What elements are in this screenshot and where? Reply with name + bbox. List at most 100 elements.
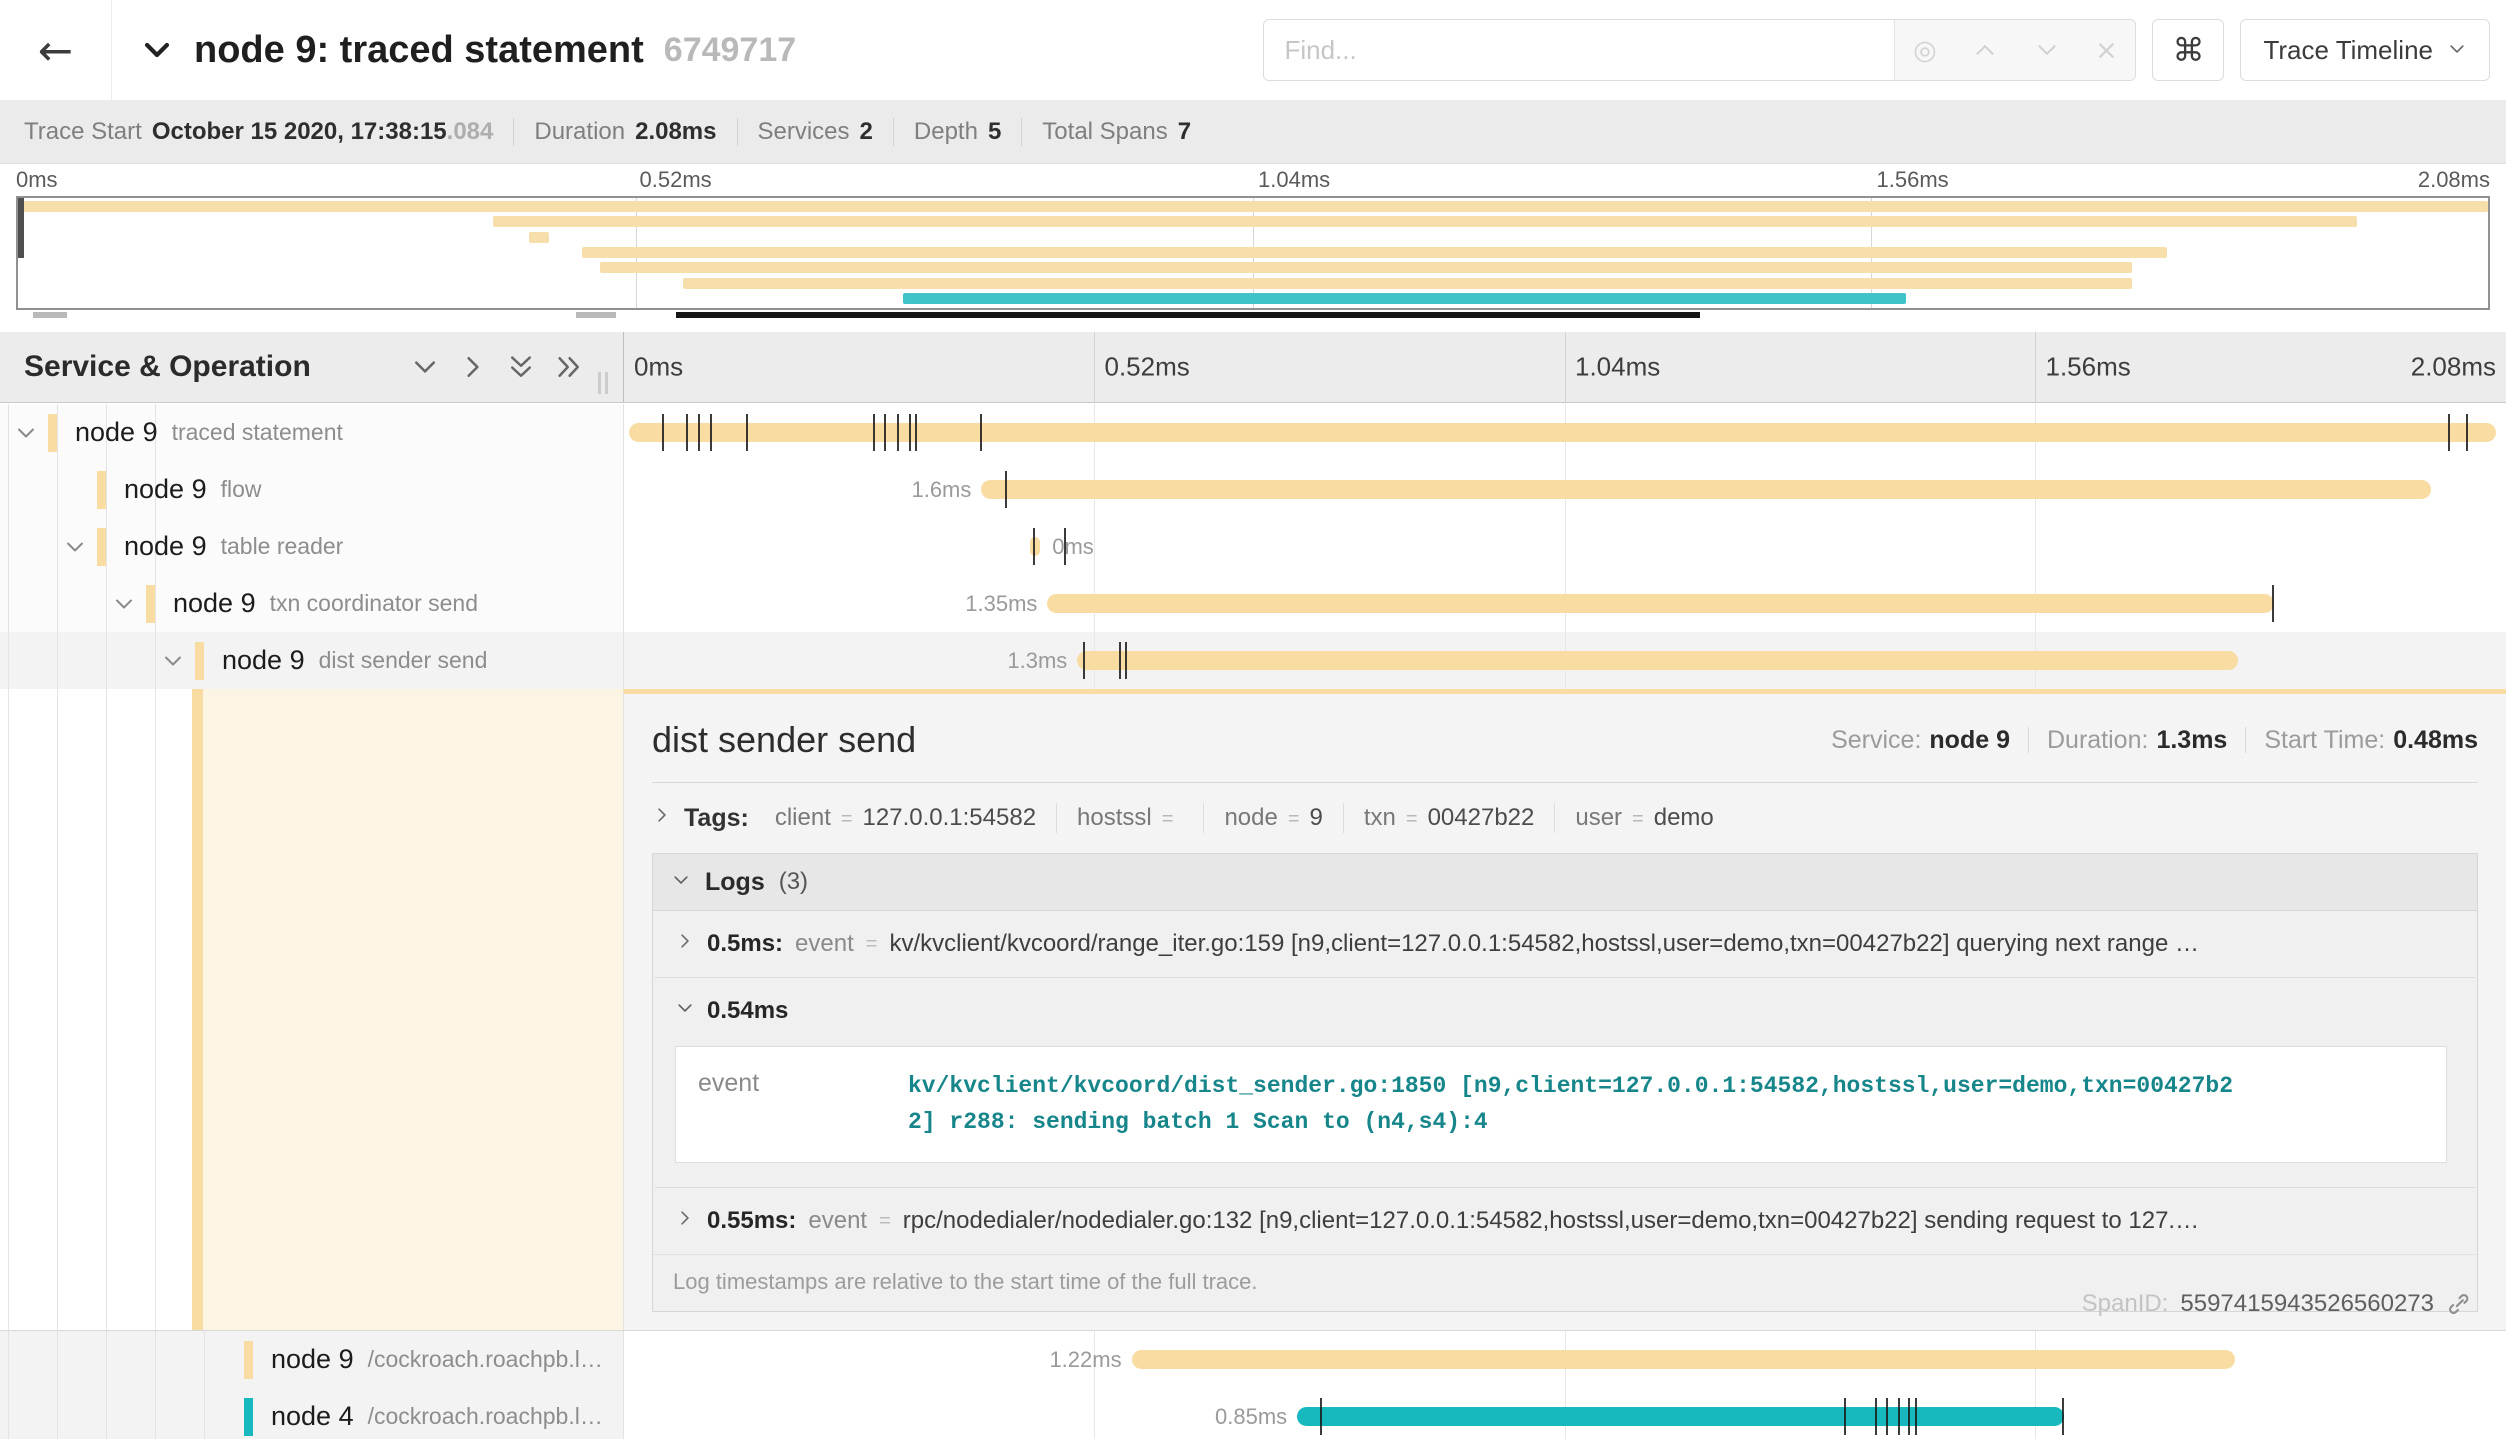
span-row-label[interactable]: node 4/cockroach.roachpb.l…	[271, 1388, 603, 1439]
column-resizer-grip[interactable]	[598, 372, 608, 394]
span-row[interactable]: node 9txn coordinator send 1.35ms	[0, 575, 2506, 632]
find-input[interactable]	[1264, 20, 1894, 80]
logs-title: Logs	[705, 868, 765, 897]
command-icon: ⌘	[2172, 31, 2204, 69]
indent-guide	[155, 1331, 156, 1388]
span-row-timeline-cell[interactable]: 1.22ms	[623, 1331, 2506, 1388]
equals-sign: =	[879, 1210, 891, 1233]
logs-header[interactable]: Logs (3)	[653, 854, 2477, 911]
summary-item-label: Services	[758, 118, 850, 145]
prev-result-icon[interactable]	[1972, 37, 1998, 63]
summary-item-value: 2	[860, 118, 873, 145]
minimap-scrubber[interactable]	[576, 312, 616, 318]
clear-search-icon[interactable]: ×	[2095, 35, 2118, 66]
span-row-timeline-cell[interactable]: 1.35ms	[623, 575, 2506, 632]
chevron-down-icon[interactable]	[410, 352, 440, 382]
span-row-tree-cell[interactable]: node 9table reader	[0, 518, 623, 575]
chevron-right-icon[interactable]	[458, 352, 488, 382]
span-row-tree-cell[interactable]: node 9dist sender send	[0, 632, 623, 689]
log-marker-tick	[2466, 414, 2468, 451]
double-chevron-right-icon[interactable]	[554, 352, 584, 382]
logs-count: (3)	[779, 868, 808, 896]
log-entry-toggle[interactable]: 0.54ms	[655, 978, 2475, 1044]
span-row-tree-cell[interactable]: node 9txn coordinator send	[0, 575, 623, 632]
log-marker-tick	[1915, 1398, 1917, 1435]
span-row[interactable]: node 9flow 1.6ms	[0, 461, 2506, 518]
span-row-label[interactable]: node 9txn coordinator send	[173, 575, 478, 632]
span-row-tree-cell[interactable]: node 4/cockroach.roachpb.l…	[0, 1388, 623, 1439]
log-marker-tick	[884, 414, 886, 451]
minimap-scrubber[interactable]	[676, 312, 1700, 318]
span-row-timeline-cell[interactable]: 1.3ms	[623, 632, 2506, 689]
log-timestamp: 0.5ms:	[707, 930, 783, 958]
span-row-label[interactable]: node 9traced statement	[75, 404, 343, 461]
span-duration-bar[interactable]	[1132, 1350, 2235, 1369]
span-row[interactable]: node 9traced statement	[0, 404, 2506, 461]
keyboard-shortcuts-button[interactable]: ⌘	[2152, 19, 2224, 81]
span-row-timeline-cell[interactable]: 0.85ms	[623, 1388, 2506, 1439]
tag-key: txn	[1364, 804, 1396, 832]
span-collapse-chevron-icon[interactable]	[63, 535, 87, 559]
trace-view-selector[interactable]: Trace Timeline	[2240, 19, 2490, 81]
span-collapse-chevron-icon[interactable]	[112, 592, 136, 616]
log-marker-tick	[2448, 414, 2450, 451]
tag-chip: hostssl=	[1057, 804, 1203, 832]
link-icon[interactable]	[2446, 1291, 2472, 1317]
log-entry-toggle[interactable]: 0.5ms:event=kv/kvclient/kvcoord/range_it…	[655, 911, 2475, 977]
span-row-timeline-cell[interactable]: 0ms	[623, 518, 2506, 575]
span-detail-meta: Service:node 9Duration:1.3msStart Time:0…	[1831, 726, 2478, 755]
summary-item: Services 2	[758, 118, 873, 146]
indent-guide	[106, 632, 107, 689]
log-marker-tick	[746, 414, 748, 451]
back-button[interactable]: ←	[0, 0, 112, 100]
indent-guide	[8, 404, 9, 461]
meta-label: Service:	[1831, 726, 1921, 755]
log-field-value: rpc/nodedialer/nodedialer.go:132 [n9,cli…	[903, 1207, 2199, 1235]
span-row-label[interactable]: node 9dist sender send	[222, 632, 487, 689]
span-row[interactable]: node 4/cockroach.roachpb.l… 0.85ms	[0, 1388, 2506, 1439]
span-duration-bar[interactable]	[1077, 651, 2238, 670]
equals-sign: =	[841, 808, 853, 831]
span-collapse-chevron-icon[interactable]	[161, 649, 185, 673]
span-row-timeline-cell[interactable]	[623, 404, 2506, 461]
span-collapse-chevron-icon[interactable]	[14, 421, 38, 445]
indent-guide	[57, 461, 58, 518]
minimap-span-bar	[903, 293, 1906, 304]
span-row-tree-cell[interactable]: node 9flow	[0, 461, 623, 518]
span-row-tree-cell[interactable]: node 9/cockroach.roachpb.l…	[0, 1331, 623, 1388]
span-row-label[interactable]: node 9flow	[124, 461, 262, 518]
trace-view-label: Trace Timeline	[2263, 35, 2433, 66]
minimap-scrubber[interactable]	[33, 312, 67, 318]
span-detail-panel: dist sender send Service:node 9Duration:…	[623, 689, 2506, 1330]
span-row-label[interactable]: node 9/cockroach.roachpb.l…	[271, 1331, 603, 1388]
separator	[2245, 727, 2246, 753]
summary-item-label: Total Spans	[1042, 118, 1167, 145]
span-duration-bar[interactable]	[1047, 594, 2274, 613]
span-duration-bar[interactable]	[1030, 537, 1040, 556]
span-row-tree-cell[interactable]: node 9traced statement	[0, 404, 623, 461]
span-row-label[interactable]: node 9table reader	[124, 518, 343, 575]
chevron-down-icon	[675, 997, 695, 1025]
span-duration-bar[interactable]	[1297, 1407, 2064, 1426]
tags-row[interactable]: Tags: client=127.0.0.1:54582hostssl=node…	[652, 795, 2478, 841]
span-row[interactable]: node 9/cockroach.roachpb.l… 1.22ms	[0, 1331, 2506, 1388]
match-highlight-icon[interactable]: ◎	[1913, 35, 1937, 66]
next-result-icon[interactable]	[2034, 37, 2060, 63]
minimap-drag-handle[interactable]	[18, 198, 24, 258]
log-entry-toggle[interactable]: 0.55ms:event=rpc/nodedialer/nodedialer.g…	[655, 1188, 2475, 1254]
log-entry: 0.54mseventkv/kvclient/kvcoord/dist_send…	[655, 977, 2475, 1163]
minimap-span-bar	[582, 247, 2167, 258]
span-row[interactable]: node 9table reader 0ms	[0, 518, 2506, 575]
service-name: node 9	[124, 474, 207, 505]
trace-collapse-chevron-icon[interactable]	[140, 33, 174, 67]
span-row-timeline-cell[interactable]: 1.6ms	[623, 461, 2506, 518]
minimap-span-bar	[683, 278, 2132, 289]
service-color-bar	[244, 1341, 253, 1379]
logs-body: 0.5ms:event=kv/kvclient/kvcoord/range_it…	[653, 911, 2477, 1254]
double-chevron-down-icon[interactable]	[506, 352, 536, 382]
span-row[interactable]: node 9dist sender send 1.3ms	[0, 632, 2506, 689]
minimap-canvas[interactable]	[16, 196, 2490, 310]
span-duration-bar[interactable]	[981, 480, 2431, 499]
tag-key: user	[1575, 804, 1622, 832]
title-group: node 9: traced statement 6749717	[140, 29, 796, 72]
